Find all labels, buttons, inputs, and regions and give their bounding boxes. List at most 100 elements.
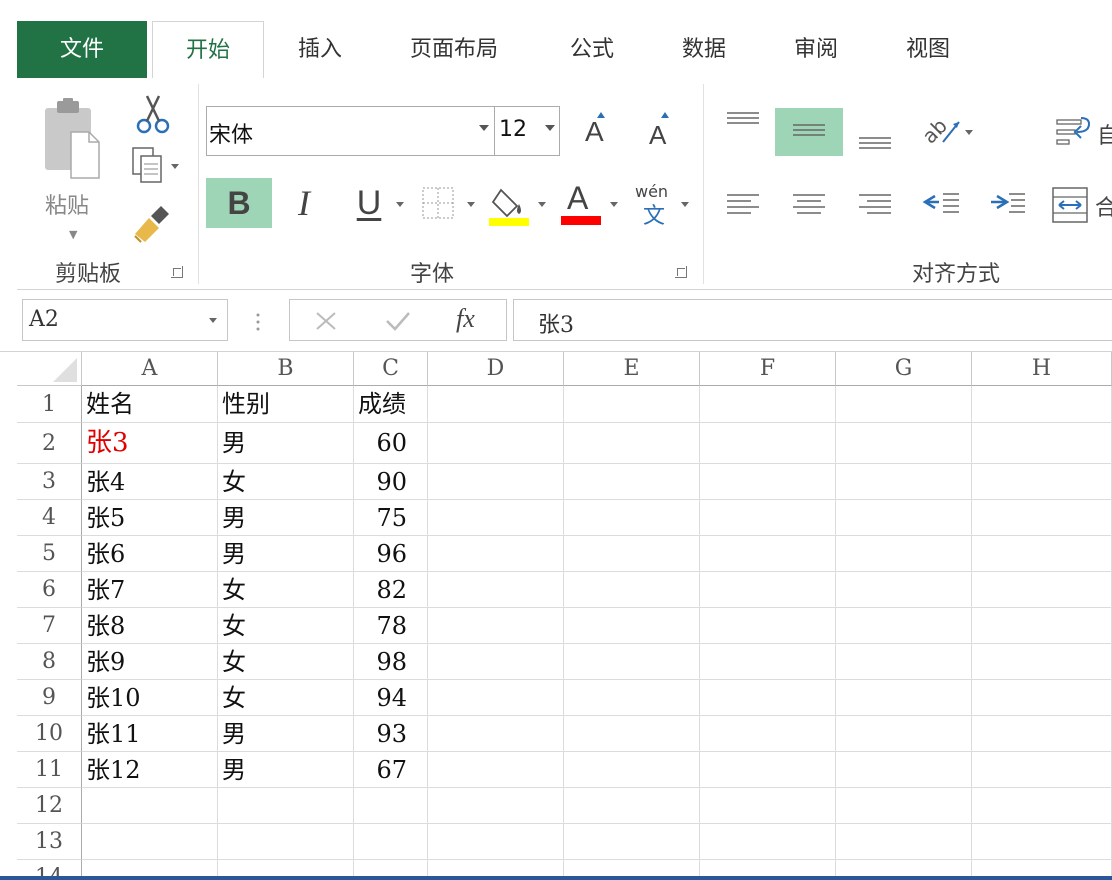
cell-a5[interactable]: 张6: [82, 536, 218, 572]
phonetic-dropdown-icon[interactable]: [681, 202, 689, 207]
top-align-icon[interactable]: [725, 110, 761, 132]
cell-a8[interactable]: 张9: [82, 644, 218, 680]
cell-h12[interactable]: [972, 788, 1112, 824]
cell-e4[interactable]: [564, 500, 700, 536]
cell-h2[interactable]: [972, 423, 1112, 464]
format-painter-icon[interactable]: [129, 200, 181, 246]
font-size-dropdown-icon[interactable]: [545, 125, 555, 131]
row-header-4[interactable]: 4: [17, 500, 82, 536]
bold-button[interactable]: B: [206, 178, 272, 228]
row-header-6[interactable]: 6: [17, 572, 82, 608]
cell-f10[interactable]: [700, 716, 836, 752]
cell-g8[interactable]: [836, 644, 972, 680]
font-color-button[interactable]: A: [561, 178, 603, 226]
cell-g5[interactable]: [836, 536, 972, 572]
cell-h4[interactable]: [972, 500, 1112, 536]
cell-a12[interactable]: [82, 788, 218, 824]
cell-h7[interactable]: [972, 608, 1112, 644]
tab-file[interactable]: 文件: [17, 21, 147, 81]
cell-g11[interactable]: [836, 752, 972, 788]
cell-a3[interactable]: 张4: [82, 464, 218, 500]
cell-e13[interactable]: [564, 824, 700, 860]
cell-c4[interactable]: 75: [354, 500, 428, 536]
row-header-7[interactable]: 7: [17, 608, 82, 644]
row-header-9[interactable]: 9: [17, 680, 82, 716]
cell-f12[interactable]: [700, 788, 836, 824]
column-header-g[interactable]: G: [836, 352, 972, 386]
cell-e3[interactable]: [564, 464, 700, 500]
cell-c9[interactable]: 94: [354, 680, 428, 716]
tab-view[interactable]: 视图: [888, 21, 968, 81]
cell-a4[interactable]: 张5: [82, 500, 218, 536]
cell-a13[interactable]: [82, 824, 218, 860]
row-header-8[interactable]: 8: [17, 644, 82, 680]
cell-d2[interactable]: [428, 423, 564, 464]
cell-g4[interactable]: [836, 500, 972, 536]
cell-f13[interactable]: [700, 824, 836, 860]
cell-h1[interactable]: [972, 386, 1112, 423]
fill-color-dropdown-icon[interactable]: [538, 202, 546, 207]
cell-d9[interactable]: [428, 680, 564, 716]
cell-d13[interactable]: [428, 824, 564, 860]
fill-color-icon[interactable]: [489, 182, 533, 228]
cell-a6[interactable]: 张7: [82, 572, 218, 608]
cell-g1[interactable]: [836, 386, 972, 423]
column-header-e[interactable]: E: [564, 352, 700, 386]
cell-c12[interactable]: [354, 788, 428, 824]
cell-e7[interactable]: [564, 608, 700, 644]
cell-a9[interactable]: 张10: [82, 680, 218, 716]
font-size-combobox[interactable]: 12: [494, 106, 560, 156]
row-header-2[interactable]: 2: [17, 423, 82, 464]
cell-a10[interactable]: 张11: [82, 716, 218, 752]
cell-d6[interactable]: [428, 572, 564, 608]
cell-e1[interactable]: [564, 386, 700, 423]
cell-h3[interactable]: [972, 464, 1112, 500]
column-header-d[interactable]: D: [428, 352, 564, 386]
cell-c10[interactable]: 93: [354, 716, 428, 752]
paste-button[interactable]: 粘贴 ▼: [41, 92, 105, 242]
cell-g7[interactable]: [836, 608, 972, 644]
cell-f11[interactable]: [700, 752, 836, 788]
cell-b2[interactable]: 男: [218, 423, 354, 464]
formula-input[interactable]: 张3: [513, 299, 1112, 341]
cell-b5[interactable]: 男: [218, 536, 354, 572]
cell-h11[interactable]: [972, 752, 1112, 788]
cell-a2[interactable]: 张3: [82, 423, 218, 464]
cell-d7[interactable]: [428, 608, 564, 644]
cell-d12[interactable]: [428, 788, 564, 824]
cell-d10[interactable]: [428, 716, 564, 752]
increase-font-size-button[interactable]: A: [579, 106, 619, 156]
cell-f9[interactable]: [700, 680, 836, 716]
decrease-indent-icon[interactable]: [921, 190, 961, 218]
row-header-13[interactable]: 13: [17, 824, 82, 860]
cell-e5[interactable]: [564, 536, 700, 572]
cell-h6[interactable]: [972, 572, 1112, 608]
bottom-align-icon[interactable]: [857, 130, 893, 152]
row-header-12[interactable]: 12: [17, 788, 82, 824]
cell-e9[interactable]: [564, 680, 700, 716]
cell-g10[interactable]: [836, 716, 972, 752]
cell-a7[interactable]: 张8: [82, 608, 218, 644]
column-header-h[interactable]: H: [972, 352, 1112, 386]
merge-center-icon[interactable]: [1051, 186, 1091, 224]
enter-check-icon[interactable]: [384, 310, 412, 332]
borders-icon[interactable]: [421, 184, 457, 224]
tab-formulas[interactable]: 公式: [552, 21, 632, 81]
cell-c7[interactable]: 78: [354, 608, 428, 644]
cell-c13[interactable]: [354, 824, 428, 860]
cell-e12[interactable]: [564, 788, 700, 824]
cell-b11[interactable]: 男: [218, 752, 354, 788]
cell-b6[interactable]: 女: [218, 572, 354, 608]
cell-g12[interactable]: [836, 788, 972, 824]
borders-dropdown-icon[interactable]: [467, 202, 475, 207]
row-header-5[interactable]: 5: [17, 536, 82, 572]
cell-b9[interactable]: 女: [218, 680, 354, 716]
cancel-icon[interactable]: [314, 310, 338, 332]
cut-icon[interactable]: [129, 92, 181, 138]
cell-d11[interactable]: [428, 752, 564, 788]
cell-f8[interactable]: [700, 644, 836, 680]
cell-b13[interactable]: [218, 824, 354, 860]
font-name-combobox[interactable]: 宋体: [206, 106, 496, 156]
cell-b10[interactable]: 男: [218, 716, 354, 752]
cell-b7[interactable]: 女: [218, 608, 354, 644]
